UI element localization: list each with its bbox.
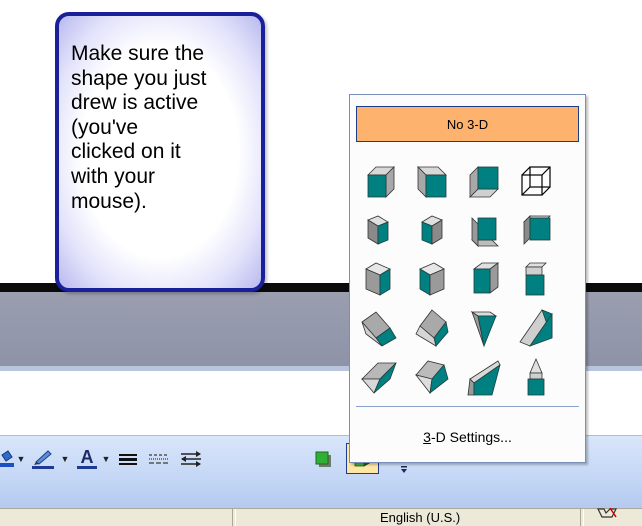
callout-line: clicked on it: [71, 140, 181, 164]
3d-style-12-option[interactable]: [516, 259, 556, 299]
line-color-icon[interactable]: [30, 447, 58, 471]
3d-style-14-option[interactable]: [412, 308, 452, 348]
font-color-glyph: A: [81, 447, 94, 467]
callout-line: Make sure the: [71, 42, 205, 65]
status-separator: [580, 509, 584, 526]
chevron-down-icon[interactable]: ▼: [101, 447, 111, 471]
3d-style-8-option[interactable]: [516, 210, 556, 250]
chevron-down-icon[interactable]: ▼: [16, 447, 26, 471]
callout-line: shape you just: [71, 66, 207, 90]
3d-style-4-option[interactable]: [516, 161, 556, 201]
fill-color-icon[interactable]: [0, 447, 14, 471]
arrow-style-icon[interactable]: [178, 447, 204, 471]
line-style-icon[interactable]: [116, 447, 140, 471]
dash-style-icon[interactable]: [146, 447, 172, 471]
settings-label: -D Settings...: [430, 429, 512, 445]
callout-text: Make sure the shape you just drew is act…: [71, 42, 261, 214]
callout-line: drew is active: [71, 91, 199, 115]
3d-style-17-option[interactable]: [360, 357, 400, 397]
palette-separator: [356, 406, 579, 407]
spelling-check-icon[interactable]: [596, 507, 618, 519]
settings-accelerator: 3: [423, 429, 431, 445]
3d-style-2-option[interactable]: [412, 161, 452, 201]
3d-style-9-option[interactable]: [360, 259, 400, 299]
3d-style-10-option[interactable]: [412, 259, 452, 299]
status-bar: English (U.S.): [0, 507, 642, 526]
3d-style-7-option[interactable]: [464, 210, 504, 250]
3d-style-16-option[interactable]: [516, 308, 556, 348]
3d-style-15-option[interactable]: [464, 308, 504, 348]
callout-line: with your: [71, 164, 156, 188]
callout-line: mouse).: [71, 189, 147, 213]
callout-line: (you've: [71, 115, 139, 139]
3d-style-11-option[interactable]: [464, 259, 504, 299]
3d-style-3-option[interactable]: [464, 161, 504, 201]
font-color-icon[interactable]: A: [74, 447, 100, 471]
status-language-clip: English (U.S.): [380, 510, 500, 526]
3d-style-18-option[interactable]: [412, 357, 452, 397]
no-3d-option[interactable]: No 3-D: [356, 106, 579, 142]
3d-style-13-option[interactable]: [360, 308, 400, 348]
status-separator: [232, 509, 236, 526]
3d-style-6-option[interactable]: [412, 210, 452, 250]
3d-style-palette: No 3-D 3-D Settings...: [349, 94, 586, 463]
instruction-callout: Make sure the shape you just drew is act…: [55, 12, 265, 292]
3d-style-20-option[interactable]: [516, 357, 556, 397]
3d-settings-button[interactable]: 3-D Settings...: [350, 429, 585, 445]
status-language: English (U.S.): [380, 510, 461, 525]
3d-style-5-option[interactable]: [360, 210, 400, 250]
chevron-down-icon[interactable]: ▼: [60, 447, 70, 471]
3d-style-19-option[interactable]: [464, 357, 504, 397]
shadow-style-icon[interactable]: [311, 447, 335, 471]
3d-style-1-option[interactable]: [360, 161, 400, 201]
